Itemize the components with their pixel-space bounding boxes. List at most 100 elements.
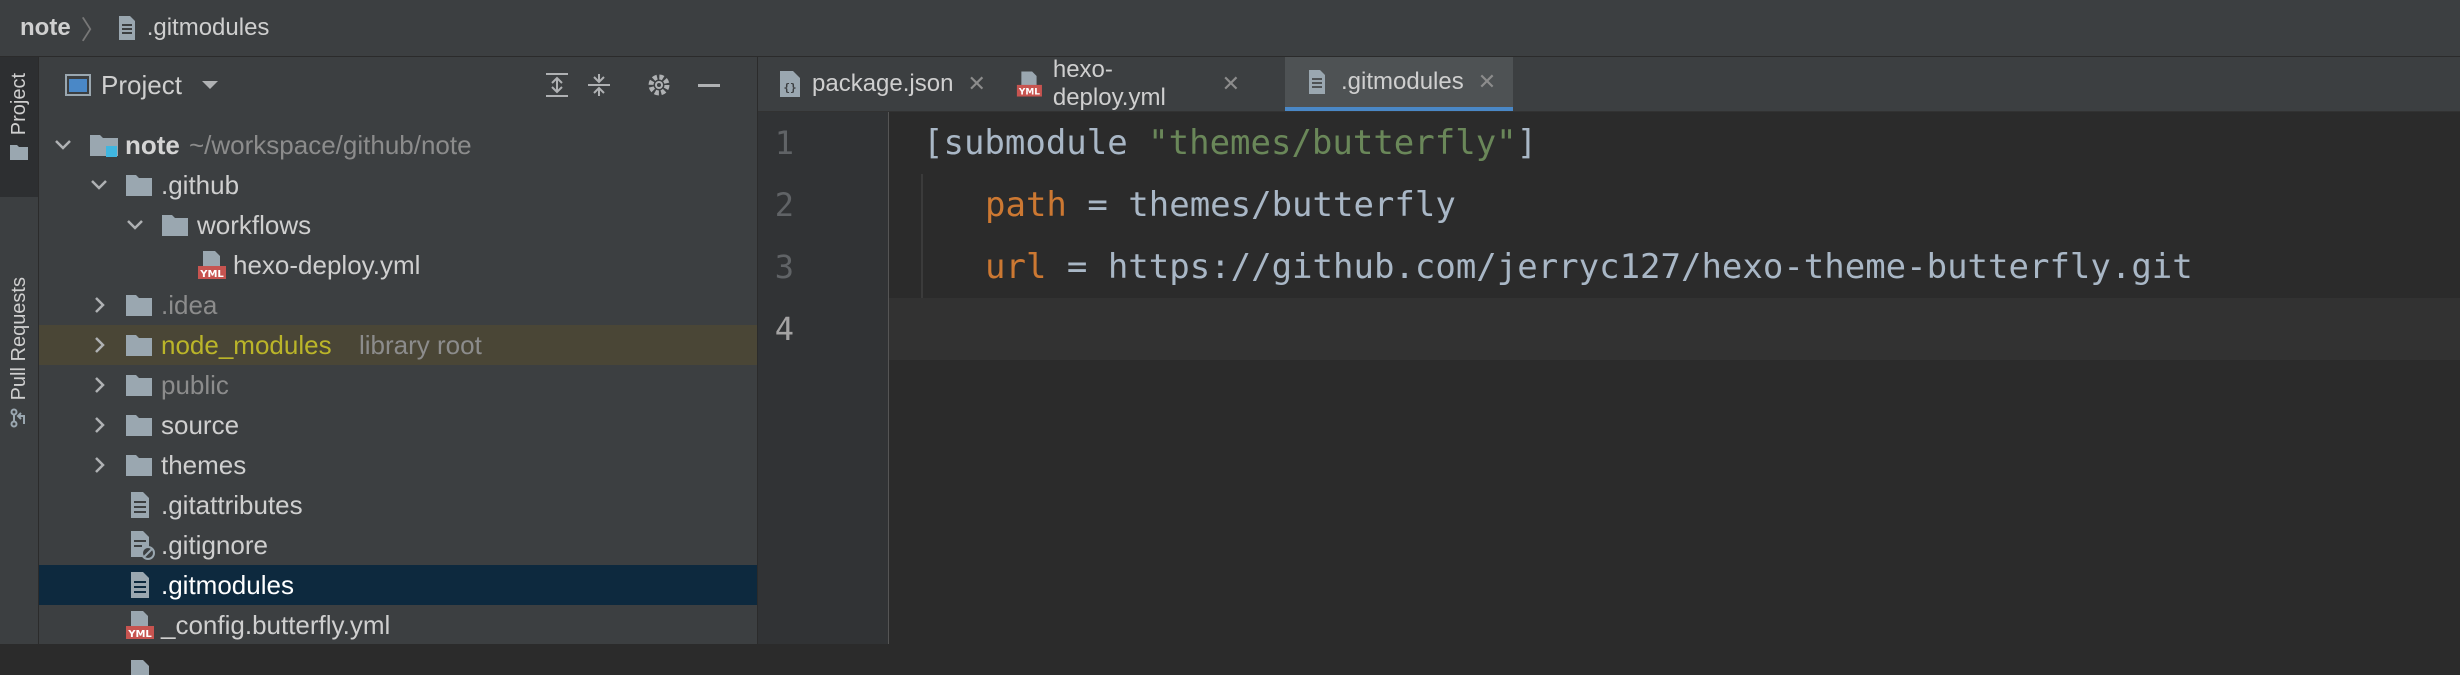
breadcrumb-file-label: .gitmodules (146, 14, 270, 41)
code-token: ] (1516, 123, 1538, 163)
yml-file-icon: YML (1016, 71, 1042, 98)
project-view-icon (65, 74, 91, 96)
library-root-tag: library root (359, 329, 482, 360)
code-line-2: path = themes/butterfly (889, 174, 2460, 236)
svg-text:{}: {} (783, 81, 796, 94)
project-tool-label: Project (7, 73, 30, 136)
svg-text:YML: YML (199, 269, 224, 280)
chevron-right-icon[interactable] (89, 335, 109, 355)
expand-all-icon[interactable] (543, 71, 571, 99)
folder-icon (10, 145, 28, 161)
breadcrumb-file[interactable]: .gitmodules (117, 14, 270, 42)
tab-label: .gitmodules (1341, 68, 1464, 95)
chevron-right-icon[interactable] (89, 415, 109, 435)
text-file-icon (131, 572, 149, 598)
tool-window-strip: Project Pull Requests (0, 57, 39, 644)
tree-item-label: public (161, 369, 229, 400)
code-token: [submodule (923, 123, 1149, 163)
tree-item-label: node_modules (161, 329, 332, 360)
tree-item-node-modules[interactable]: node_modules library root (39, 325, 757, 365)
code-editor[interactable]: [submodule "themes/butterfly"] path = th… (889, 112, 2460, 644)
close-icon[interactable]: ✕ (1478, 69, 1496, 95)
tree-item-label: .gitignore (161, 529, 268, 560)
tree-item-label: note (125, 129, 180, 160)
tree-item-label: themes (161, 449, 247, 480)
chevron-down-icon[interactable] (125, 215, 145, 235)
line-number: 2 (774, 186, 794, 224)
folder-icon (126, 335, 152, 356)
svg-text:YML: YML (1018, 88, 1040, 98)
tree-item-label: _config.butterfly.yml (161, 609, 391, 640)
text-file-icon (131, 660, 149, 675)
line-number-gutter: 1 2 3 4 (758, 112, 889, 644)
folder-icon (126, 375, 152, 396)
tree-item-gitignore[interactable]: .gitignore (39, 525, 757, 565)
tree-item-note[interactable]: note ~/workspace/github/note (39, 125, 757, 165)
code-line-4-current (889, 298, 2460, 360)
tab-label: hexo-deploy.yml (1052, 56, 1166, 111)
tab-label: package.json (812, 70, 954, 97)
tab-hexo-deploy-yml[interactable]: YML hexo-deploy.yml ✕ (1000, 56, 1240, 111)
folder-icon (126, 415, 152, 436)
chevron-right-icon[interactable] (89, 295, 109, 315)
tree-item-config-butterfly-yml[interactable]: YML _config.butterfly.yml (39, 605, 757, 645)
pull-requests-tool-label: Pull Requests (7, 277, 30, 401)
project-panel-title[interactable]: Project (101, 70, 182, 101)
svg-text:YML: YML (127, 629, 152, 640)
close-icon[interactable]: ✕ (967, 71, 985, 97)
tree-item-label: .github (161, 169, 240, 200)
tree-item-source[interactable]: source (39, 405, 757, 445)
collapse-all-icon[interactable] (585, 71, 613, 99)
code-line-3: url = https://github.com/jerryc127/hexo-… (889, 236, 2460, 298)
chevron-down-icon[interactable] (89, 175, 109, 195)
folder-icon (126, 175, 152, 196)
yml-file-icon: YML (126, 611, 154, 640)
tree-item-label: hexo-deploy.yml (233, 249, 421, 280)
chevron-right-icon[interactable] (89, 455, 109, 475)
chevron-down-icon[interactable] (200, 79, 220, 91)
tree-item-label: .idea (161, 289, 218, 320)
tree-item-gitmodules[interactable]: .gitmodules (39, 565, 757, 605)
tree-item-partial (39, 645, 757, 675)
code-token: = themes/butterfly (1066, 185, 1456, 225)
close-icon[interactable]: ✕ (1222, 71, 1240, 97)
line-number: 4 (774, 310, 794, 348)
tree-item-themes[interactable]: themes (39, 445, 757, 485)
tree-item-gitattributes[interactable]: .gitattributes (39, 485, 757, 525)
code-token-key: path (985, 185, 1067, 225)
project-tool-tab[interactable]: Project (0, 57, 38, 197)
text-file-icon (1309, 70, 1325, 94)
tree-item-github[interactable]: .github (39, 165, 757, 205)
editor-area: {} package.json ✕ YML hexo-deploy.yml ✕ … (758, 56, 2460, 644)
navigation-bar: note 〉 .gitmodules (0, 0, 2460, 57)
chevron-down-icon[interactable] (53, 135, 73, 155)
tab-package-json[interactable]: {} package.json ✕ (758, 57, 998, 111)
chevron-right-icon[interactable] (89, 375, 109, 395)
breadcrumb-root[interactable]: note (20, 14, 71, 42)
yml-file-icon: YML (198, 251, 226, 280)
tree-item-hexo-deploy-yml[interactable]: YML hexo-deploy.yml (39, 245, 757, 285)
code-token-string: "themes/butterfly" (1148, 123, 1517, 163)
gear-icon[interactable] (645, 71, 673, 99)
tree-item-path: ~/workspace/github/note (189, 129, 472, 160)
text-file-icon (131, 492, 149, 518)
hide-panel-icon[interactable] (695, 71, 723, 99)
line-number: 1 (774, 124, 794, 162)
code-token-key: url (985, 247, 1047, 287)
module-folder-icon (90, 135, 118, 157)
project-tool-window: Project note ~/workspace/github/note .gi… (39, 57, 758, 675)
code-line-1: [submodule "themes/butterfly"] (889, 112, 2460, 174)
tree-item-public[interactable]: public (39, 365, 757, 405)
pull-requests-tool-tab[interactable]: Pull Requests (0, 217, 38, 467)
tree-item-workflows[interactable]: workflows (39, 205, 757, 245)
editor-tab-bar: {} package.json ✕ YML hexo-deploy.yml ✕ … (758, 56, 2460, 112)
tab-gitmodules[interactable]: .gitmodules ✕ (1285, 57, 1513, 111)
project-panel-header: Project (39, 57, 757, 113)
folder-icon (162, 215, 188, 236)
tree-item-idea[interactable]: .idea (39, 285, 757, 325)
json-file-icon: {} (780, 71, 800, 97)
code-token: = https://github.com/jerryc127/hexo-them… (1046, 247, 2193, 287)
tree-item-label: workflows (197, 209, 312, 240)
pull-request-icon (10, 408, 25, 428)
folder-icon (126, 455, 152, 476)
